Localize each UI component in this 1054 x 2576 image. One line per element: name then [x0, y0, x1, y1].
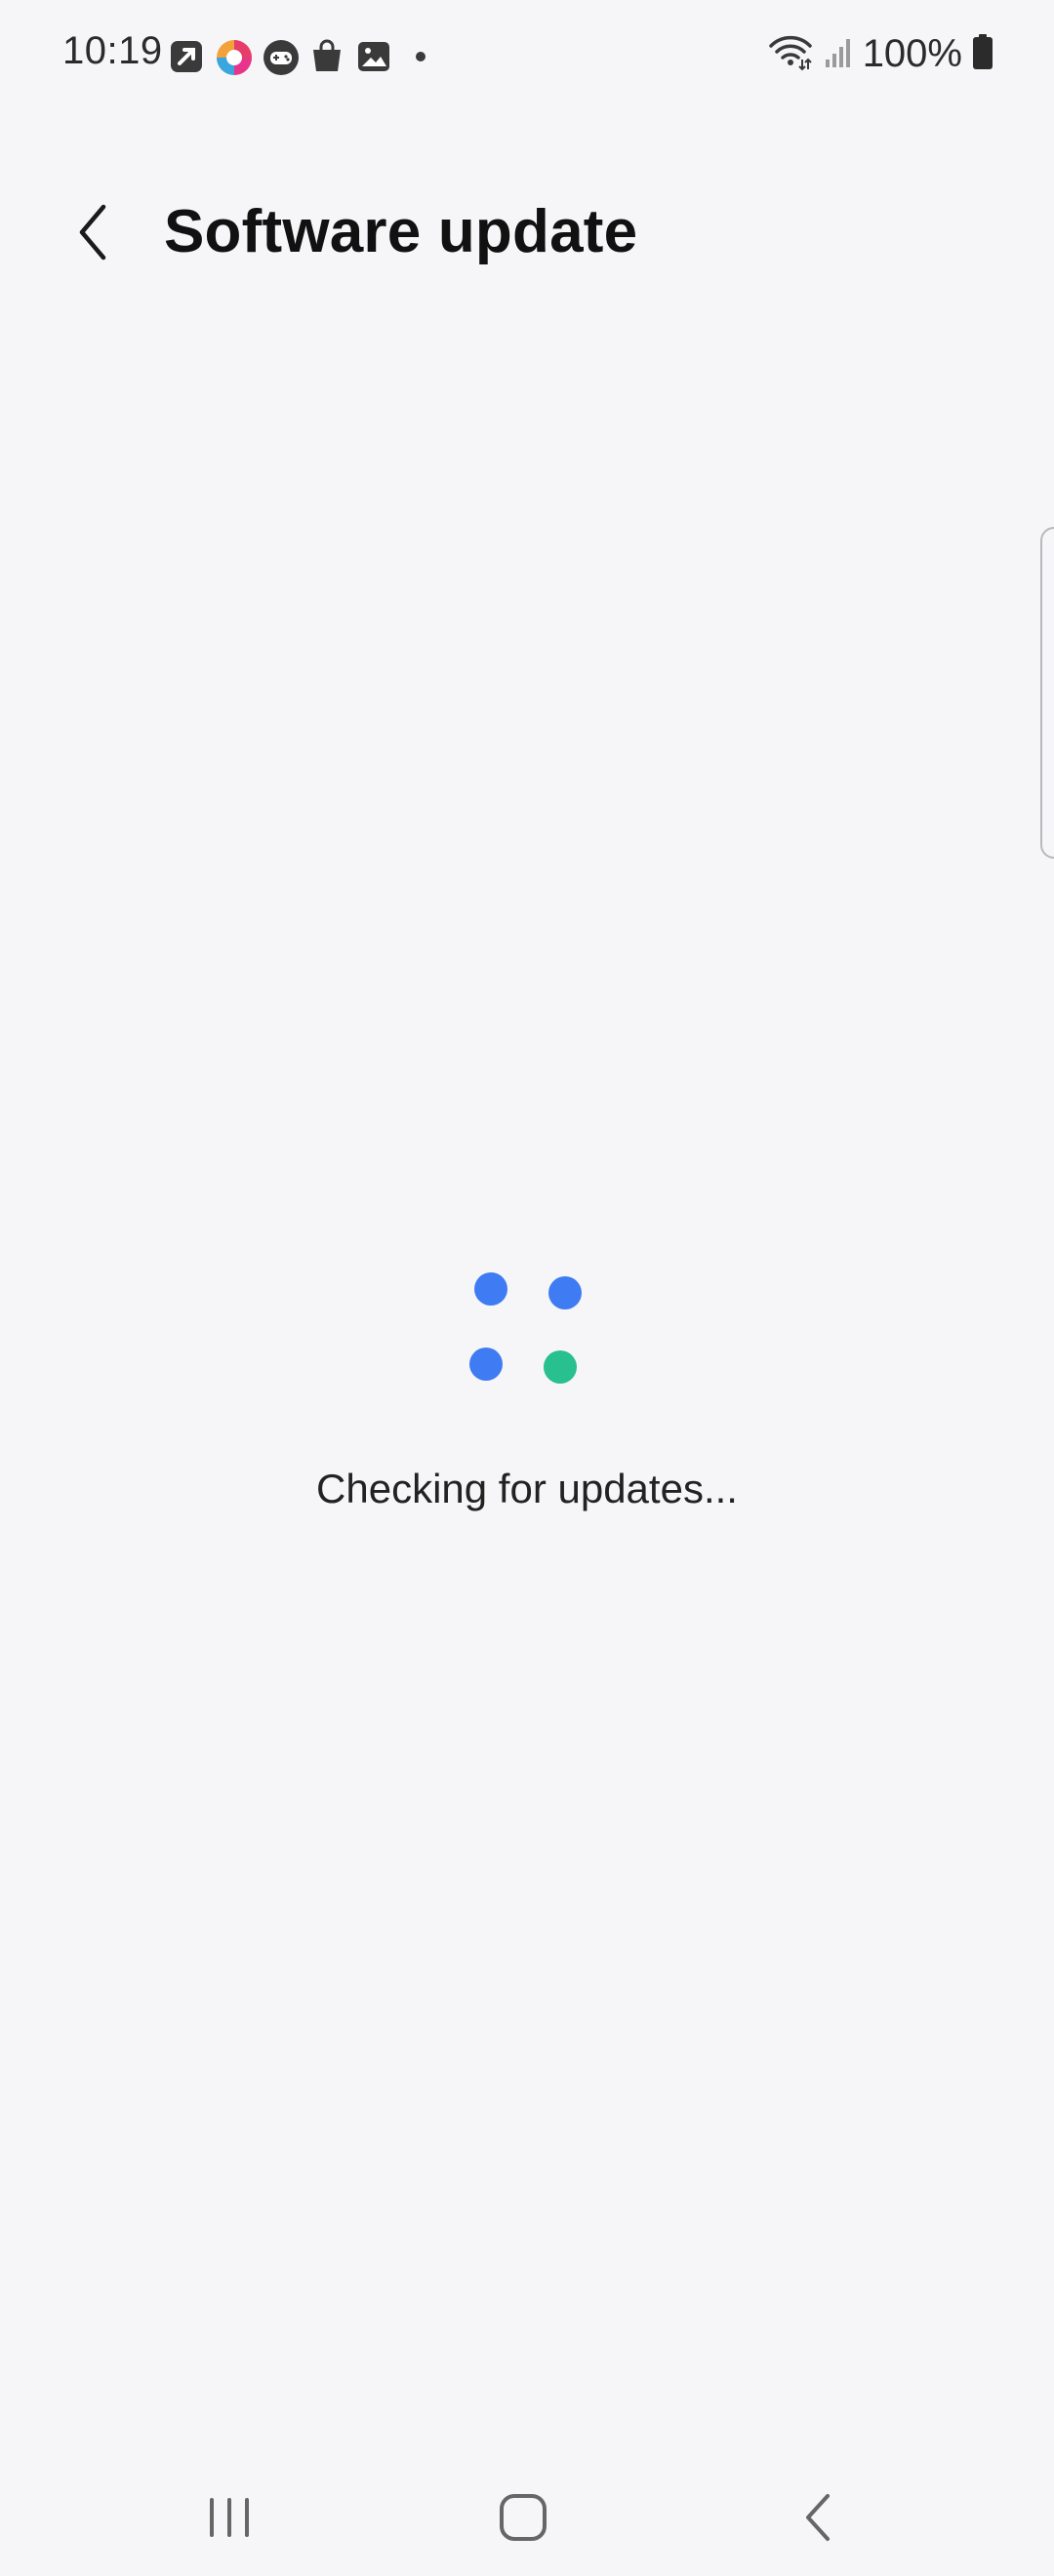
- arrow-square-icon: [168, 38, 205, 75]
- back-button[interactable]: [59, 197, 129, 267]
- page-title: Software update: [164, 198, 638, 265]
- edge-panel-handle[interactable]: [1040, 527, 1054, 859]
- loading-indicator: [459, 1265, 595, 1391]
- gamepad-icon: [262, 38, 299, 75]
- back-icon: [806, 2494, 830, 2541]
- gallery-icon: [355, 38, 392, 75]
- battery-icon: [972, 33, 993, 75]
- shopping-bag-icon: [308, 38, 345, 75]
- signal-icon: [824, 34, 853, 74]
- app-header: Software update: [0, 176, 1054, 293]
- notification-icons: [168, 35, 439, 78]
- battery-percent: 100%: [862, 31, 962, 75]
- nav-back-button[interactable]: [771, 2469, 869, 2566]
- loader-dot: [548, 1276, 582, 1309]
- home-icon: [500, 2494, 547, 2541]
- wifi-icon: [767, 32, 814, 76]
- status-time: 10:19: [62, 29, 163, 72]
- more-dot-icon: [402, 38, 439, 75]
- loader-dot: [474, 1272, 507, 1306]
- status-message: Checking for updates...: [316, 1466, 738, 1511]
- colorful-app-icon: [215, 38, 252, 75]
- status-right: 100%: [767, 29, 993, 78]
- recent-apps-icon: [210, 2498, 249, 2537]
- status-bar: 10:19 100%: [0, 0, 1054, 109]
- home-button[interactable]: [474, 2469, 572, 2566]
- loader-dot: [544, 1350, 577, 1384]
- navigation-bar: [0, 2459, 1054, 2576]
- chevron-left-icon: [79, 204, 106, 261]
- loader-dot: [469, 1348, 503, 1381]
- recent-apps-button[interactable]: [181, 2469, 278, 2566]
